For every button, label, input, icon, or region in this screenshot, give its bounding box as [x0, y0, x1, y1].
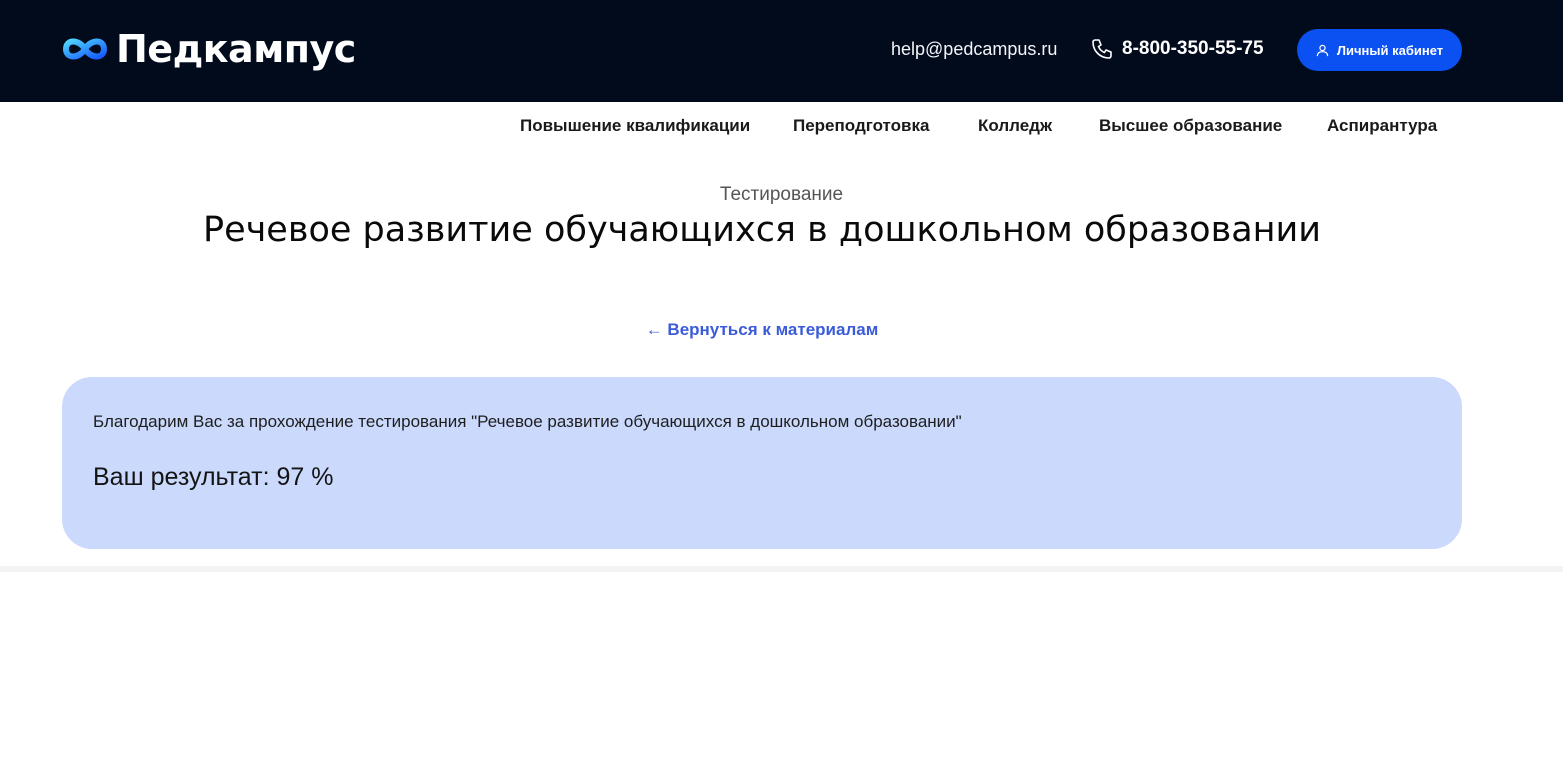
result-card: Благодарим Вас за прохождение тестирован… [62, 377, 1462, 549]
phone-icon [1092, 39, 1112, 59]
nav-item-higher-education[interactable]: Высшее образование [1099, 116, 1282, 136]
site-header: Педкампус help@pedcampus.ru 8-800-350-55… [0, 0, 1563, 102]
nav-item-qualification[interactable]: Повышение квалификации [520, 116, 750, 136]
result-thanks-text: Благодарим Вас за прохождение тестирован… [93, 412, 962, 431]
logo-text: Педкампус [116, 27, 356, 71]
support-email-link[interactable]: help@pedcampus.ru [891, 39, 1057, 60]
page-title: Речевое развитие обучающихся в дошкольно… [202, 210, 1322, 250]
infinity-logo-icon [62, 38, 108, 60]
result-score: Ваш результат: 97 % [93, 463, 334, 491]
personal-cabinet-button[interactable]: Личный кабинет [1297, 29, 1462, 71]
phone-number: 8-800-350-55-75 [1122, 38, 1264, 59]
nav-item-college[interactable]: Колледж [978, 116, 1052, 136]
nav-item-postgraduate[interactable]: Аспирантура [1327, 116, 1437, 136]
page-subtitle: Тестирование [719, 184, 844, 205]
section-divider [0, 566, 1563, 572]
site-logo[interactable]: Педкампус [60, 24, 356, 74]
nav-item-retraining[interactable]: Переподготовка [793, 116, 929, 136]
back-to-materials-link[interactable]: ← Вернуться к материалам [0, 320, 1524, 340]
personal-cabinet-label: Личный кабинет [1336, 42, 1444, 58]
support-phone-link[interactable]: 8-800-350-55-75 [1090, 37, 1264, 61]
user-icon [1316, 44, 1329, 56]
main-nav: Повышение квалификации Переподготовка Ко… [0, 116, 1563, 140]
